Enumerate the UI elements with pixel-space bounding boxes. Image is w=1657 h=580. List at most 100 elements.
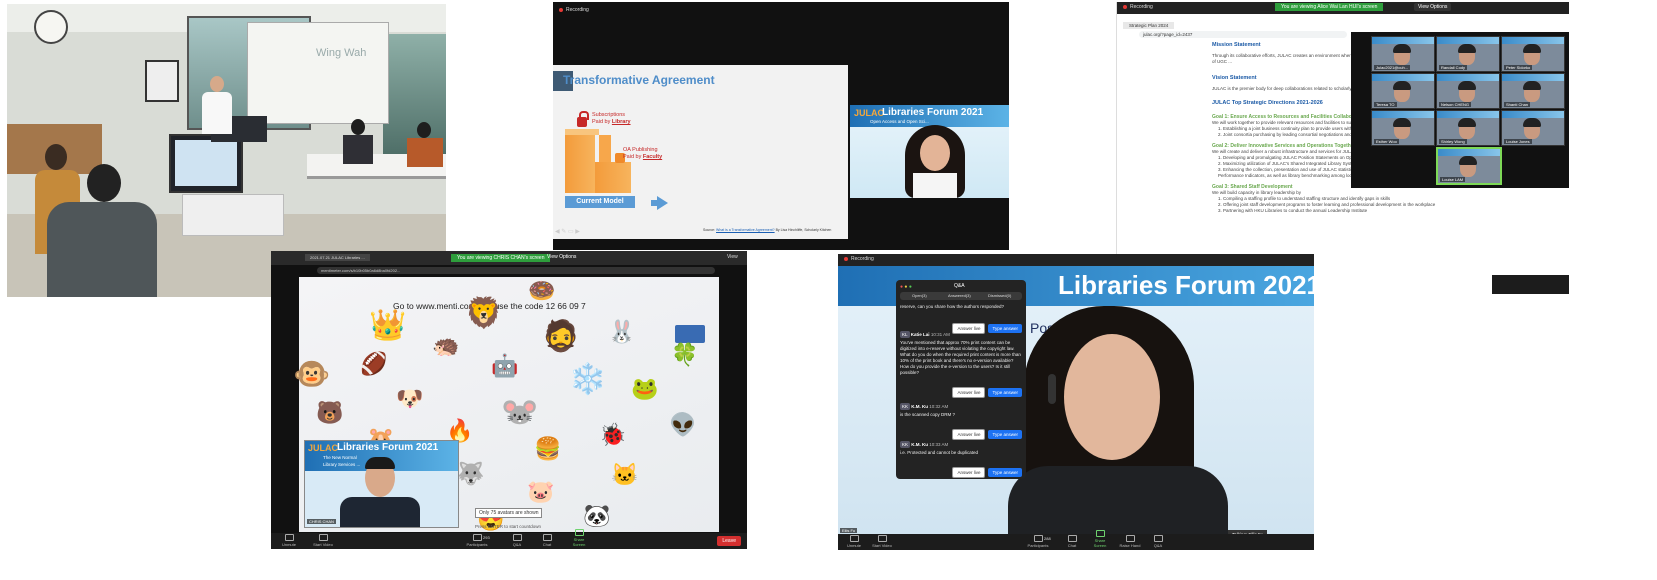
chat-icon <box>542 534 552 541</box>
current-model-label: Current Model <box>565 196 635 208</box>
participant-tile[interactable]: Shanti Chan <box>1501 73 1565 109</box>
participant-tile[interactable]: Julac2021@cuh... <box>1371 36 1435 72</box>
desk-lectern <box>182 194 284 236</box>
share-screen-button[interactable]: Share Screen <box>1088 530 1112 548</box>
question-item: KK K.M. Ku 10:33 AM i.e. Protected and c… <box>900 441 1022 479</box>
wall-text: Wing Wah <box>316 47 367 59</box>
goal3-item: 3. Partnering with HKU Libraries to cond… <box>1218 208 1368 213</box>
participant-tile[interactable]: Nelson CHENG <box>1436 73 1500 109</box>
emoji-avatar: 🐼 <box>583 503 611 528</box>
hand-icon <box>1125 535 1135 542</box>
tab-answered[interactable]: Answered(3) <box>948 293 971 298</box>
qa-button[interactable]: Q&A <box>1146 535 1170 548</box>
attendee <box>47 164 157 297</box>
browser-tabs: 2021.07.21 JULAC Libraries ... You are v… <box>271 251 747 265</box>
raise-hand-button[interactable]: Raise Hand <box>1118 535 1142 548</box>
monitor <box>169 134 243 193</box>
tab-open[interactable]: Open(3) <box>912 293 927 298</box>
participant-tile[interactable]: Randall Cody <box>1436 36 1500 72</box>
answer-live-button[interactable]: Answer live <box>952 429 986 440</box>
forum-banner: JULAC Libraries Forum 2021 Open Access a… <box>850 105 1009 127</box>
view-options-button[interactable]: View Options <box>547 254 576 260</box>
source-link[interactable]: What is a Transformative Agreement? <box>716 228 775 232</box>
leave-button[interactable]: Leave <box>717 536 741 546</box>
strategic-doc-panel: Recording You are viewing Alice Wai Lan … <box>1116 2 1569 294</box>
slide-share-panel: Recording Transformative Agreement Subsc… <box>553 2 1009 250</box>
subscriptions-label: Subscriptions Paid by Library <box>592 112 631 125</box>
speaker-suit <box>340 497 420 527</box>
attendee <box>343 119 373 164</box>
qa-window[interactable]: ● ● ● Q&A Open(3) Answered(3) Dismissed(… <box>896 280 1026 479</box>
emoji-avatar: 👑 <box>369 309 407 342</box>
participant-tile[interactable]: Louise Jones <box>1501 110 1565 146</box>
speaker-shirt <box>913 173 957 198</box>
arrow-stem <box>651 200 658 206</box>
chat-button[interactable]: Chat <box>1060 535 1084 548</box>
qa-panel: Recording Libraries Forum 2021 Post C El… <box>838 254 1314 550</box>
window-controls[interactable]: ● ● ● <box>900 284 912 290</box>
emoji-avatar: 🐺 <box>457 461 485 486</box>
emoji-avatar: 🐞 <box>599 422 627 447</box>
speaker-video: JULAC Libraries Forum 2021 Open Access a… <box>850 105 1009 198</box>
question-item: KL Katie Lai 10:31 AM You've mentioned t… <box>900 331 1022 399</box>
type-answer-button[interactable]: Type answer <box>988 388 1022 397</box>
framed-picture <box>145 60 179 102</box>
slide-source: Source: What is a Transformative Agreeme… <box>703 228 832 232</box>
question-item: KK K.M. Ku 10:32 AM is the scanned copy … <box>900 403 1022 441</box>
mentimeter-panel: 2021.07.21 JULAC Libraries ... You are v… <box>271 251 747 549</box>
start-video-button[interactable]: Start Video <box>870 535 894 548</box>
browser-tab[interactable]: 2021.07.21 JULAC Libraries ... <box>305 254 370 261</box>
address-bar[interactable]: mentimeter.com/s/b10b05b0a6d8ba0fd202... <box>317 267 715 274</box>
answer-live-button[interactable]: Answer live <box>952 387 986 398</box>
participant-count: 293 <box>483 535 490 540</box>
recording-indicator: Recording <box>559 7 589 13</box>
record-dot-icon <box>844 257 848 261</box>
answer-live-button[interactable]: Answer live <box>952 467 986 478</box>
question-text: reserve, can you share how the authors r… <box>900 304 1005 309</box>
view-options-button[interactable]: View Options <box>1414 3 1452 11</box>
participant-tile[interactable]: Shirley Wong <box>1436 110 1500 146</box>
attendee <box>407 122 443 167</box>
subscriptions-block-top <box>565 129 599 135</box>
zoom-toolbar: Unmute Start Video Participants 293 Q&A … <box>271 529 747 549</box>
avatar-notice: Only 75 avatars are shown <box>475 508 543 518</box>
question-item: reserve, can you share how the authors r… <box>900 304 1022 335</box>
qa-icon <box>1153 535 1163 542</box>
question-time: 10:31 AM <box>930 332 950 337</box>
type-answer-button[interactable]: Type answer <box>988 430 1022 439</box>
participant-tile[interactable]: Louise LAM <box>1436 147 1502 185</box>
microphone-icon <box>849 535 859 542</box>
avatar: KL <box>900 331 910 338</box>
qa-button[interactable]: Q&A <box>505 534 529 547</box>
microphone-icon <box>284 534 294 541</box>
qa-title: Q&A <box>954 283 965 289</box>
zoom-toolbar: Unmute Start Video Participants 288 Chat… <box>838 530 1314 550</box>
start-video-button[interactable]: Start Video <box>311 534 335 547</box>
wall-clock <box>34 10 68 44</box>
emoji-avatar: ❄️ <box>569 363 607 396</box>
slide-controls[interactable]: ◀ ✎ ▭ ▶ <box>555 228 580 235</box>
avatar: KK <box>900 403 911 410</box>
browser-tab[interactable]: Strategic Plan 2024 <box>1123 22 1175 29</box>
type-answer-button[interactable]: Type answer <box>988 468 1022 477</box>
qa-tabs: Open(3) Answered(3) Dismissed(0) <box>900 292 1022 300</box>
participant-tile[interactable]: Teresa TO <box>1371 73 1435 109</box>
participant-tile[interactable]: Peter Sidorko <box>1501 36 1565 72</box>
share-screen-button[interactable]: Share Screen <box>567 529 591 547</box>
zoom-topbar: Recording <box>838 254 1314 266</box>
emoji-avatar: 🍩 <box>528 278 556 303</box>
asker-name: K.M. Ku <box>911 404 929 409</box>
question-text: is the scanned copy DRM ? <box>900 412 956 417</box>
enter-hint: Press ENTER to start countdown <box>475 524 542 529</box>
tab-dismissed[interactable]: Dismissed(0) <box>988 293 1011 298</box>
emoji-avatar: 🐸 <box>631 376 659 401</box>
emoji-avatar: 🐻 <box>316 400 344 425</box>
unmute-button[interactable]: Unmute <box>277 534 301 547</box>
slide-title: Transformative Agreement <box>563 73 715 87</box>
chat-button[interactable]: Chat <box>535 534 559 547</box>
oa-label: OA Publishing Paid by Faculty <box>623 147 663 160</box>
view-button[interactable]: View <box>727 254 738 260</box>
unmute-button[interactable]: Unmute <box>842 535 866 548</box>
address-bar[interactable]: julac.org/?page_id=2437 <box>1139 31 1347 38</box>
participant-tile[interactable]: Esther Woo <box>1371 110 1435 146</box>
